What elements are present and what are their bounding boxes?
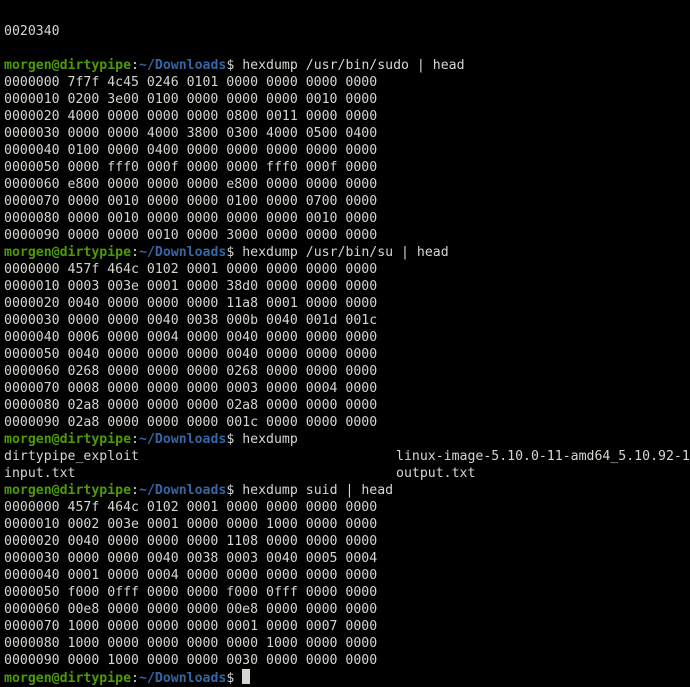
prompt-line: morgen@dirtypipe:~/Downloads$ hexdump su… (4, 482, 690, 499)
file-name: dirtypipe_exploit (4, 449, 139, 464)
prompt-dollar: $ (226, 245, 243, 260)
file-listing-row: dirtypipe_exploit linux-image-5.10.0-11-a… (4, 448, 690, 465)
hexdump-output-line: 0000050 0040 0000 0000 0000 0040 0000 00… (4, 347, 378, 362)
hexdump-output-line: 0000010 0200 3e00 0100 0000 0000 0000 00… (4, 92, 378, 107)
hexdump-output-line: 0000070 1000 0000 0000 0000 0001 0000 00… (4, 619, 378, 634)
hexdump-output-line: 0000090 0000 1000 0000 0000 0030 0000 00… (4, 653, 378, 668)
prompt-path: ~/Downloads (139, 432, 227, 447)
hexdump-output-line: 0000080 0000 0010 0000 0000 0000 0000 00… (4, 211, 378, 226)
prompt-user-host: morgen@dirtypipe (4, 483, 132, 498)
prompt-line: morgen@dirtypipe:~/Downloads$ hexdump /u… (4, 244, 690, 261)
prompt-path: ~/Downloads (139, 245, 227, 260)
command-text: hexdump suid | head (242, 483, 394, 498)
hexdump-output-line: 0000050 0000 fff0 000f 0000 0000 fff0 00… (4, 160, 378, 175)
hexdump-output-line: 0000040 0001 0000 0004 0000 0000 0000 00… (4, 568, 378, 583)
hexdump-output-line: 0000080 1000 0000 0000 0000 0000 1000 00… (4, 636, 378, 651)
prompt-colon: : (131, 671, 139, 686)
hexdump-output-line: 0000000 457f 464c 0102 0001 0000 0000 00… (4, 262, 378, 277)
prompt-colon: : (131, 245, 139, 260)
file-name: input.txt (4, 466, 76, 481)
hexdump-output-line: 0000010 0003 003e 0001 0000 38d0 0000 00… (4, 279, 378, 294)
hexdump-output-line: 0000090 0000 0000 0010 0000 3000 0000 00… (4, 228, 378, 243)
file-name: linux-image-5.10.0-11-amd64_5.10.92-1 (396, 449, 690, 464)
file-listing-row: input.txt output.txt (4, 465, 690, 482)
prompt-user-host: morgen@dirtypipe (4, 671, 132, 686)
hexdump-output-line: 0000020 0040 0000 0000 0000 1108 0000 00… (4, 534, 378, 549)
prompt-user-host: morgen@dirtypipe (4, 58, 132, 73)
hexdump-output-line: 0000090 02a8 0000 0000 0000 001c 0000 00… (4, 415, 378, 430)
prompt-line: morgen@dirtypipe:~/Downloads$ hexdump (4, 431, 690, 448)
hexdump-output-line: 0000010 0002 003e 0001 0000 0000 1000 00… (4, 517, 378, 532)
hexdump-output-line: 0000080 02a8 0000 0000 0000 02a8 0000 00… (4, 398, 378, 413)
prompt-colon: : (131, 432, 139, 447)
terminal-window[interactable]: 0020340 morgen@dirtypipe:~/Downloads$ he… (4, 0, 690, 686)
text-cursor[interactable] (242, 669, 251, 684)
command-text: hexdump /usr/bin/sudo | head (242, 58, 465, 73)
prompt-user-host: morgen@dirtypipe (4, 245, 132, 260)
hexdump-output-line: 0000060 0268 0000 0000 0000 0268 0000 00… (4, 364, 378, 379)
prompt-dollar: $ (226, 432, 243, 447)
prompt-colon: : (131, 58, 139, 73)
command-text: hexdump (242, 432, 298, 447)
hexdump-output-line: 0000040 0006 0000 0004 0000 0040 0000 00… (4, 330, 378, 345)
prompt-line: morgen@dirtypipe:~/Downloads$ (4, 669, 690, 686)
prompt-path: ~/Downloads (139, 58, 227, 73)
file-name: output.txt (396, 466, 476, 481)
hexdump-output-line: 0000000 7f7f 4c45 0246 0101 0000 0000 00… (4, 75, 378, 90)
hexdump-output-line: 0000030 0000 0000 4000 3800 0300 4000 05… (4, 126, 378, 141)
prompt-dollar: $ (226, 483, 243, 498)
hexdump-output-line: 0000000 457f 464c 0102 0001 0000 0000 00… (4, 500, 378, 515)
command-text: hexdump /usr/bin/su | head (242, 245, 449, 260)
prompt-path: ~/Downloads (139, 483, 227, 498)
hexdump-output-line: 0000070 0000 0010 0000 0000 0100 0000 07… (4, 194, 378, 209)
hexdump-output-line: 0000040 0100 0000 0400 0000 0000 0000 00… (4, 143, 378, 158)
prompt-line: morgen@dirtypipe:~/Downloads$ hexdump /u… (4, 57, 690, 74)
hexdump-output-line: 0000030 0000 0000 0040 0038 0003 0040 00… (4, 551, 378, 566)
hexdump-output-line: 0000060 e800 0000 0000 0000 e800 0000 00… (4, 177, 378, 192)
hexdump-output-line: 0000050 f000 0fff 0000 0000 f000 0fff 00… (4, 585, 378, 600)
prompt-colon: : (131, 483, 139, 498)
scrollback-partial-line: 0020340 (4, 24, 60, 39)
hexdump-output-line: 0000030 0000 0000 0040 0038 000b 0040 00… (4, 313, 378, 328)
hexdump-output-line: 0000020 0040 0000 0000 0000 11a8 0001 00… (4, 296, 378, 311)
hexdump-output-line: 0000060 00e8 0000 0000 0000 00e8 0000 00… (4, 602, 378, 617)
hexdump-output-line: 0000020 4000 0000 0000 0000 0800 0011 00… (4, 109, 378, 124)
prompt-dollar: $ (226, 671, 243, 686)
prompt-user-host: morgen@dirtypipe (4, 432, 132, 447)
prompt-dollar: $ (226, 58, 243, 73)
hexdump-output-line: 0000070 0008 0000 0000 0000 0003 0000 00… (4, 381, 378, 396)
prompt-path: ~/Downloads (139, 671, 227, 686)
